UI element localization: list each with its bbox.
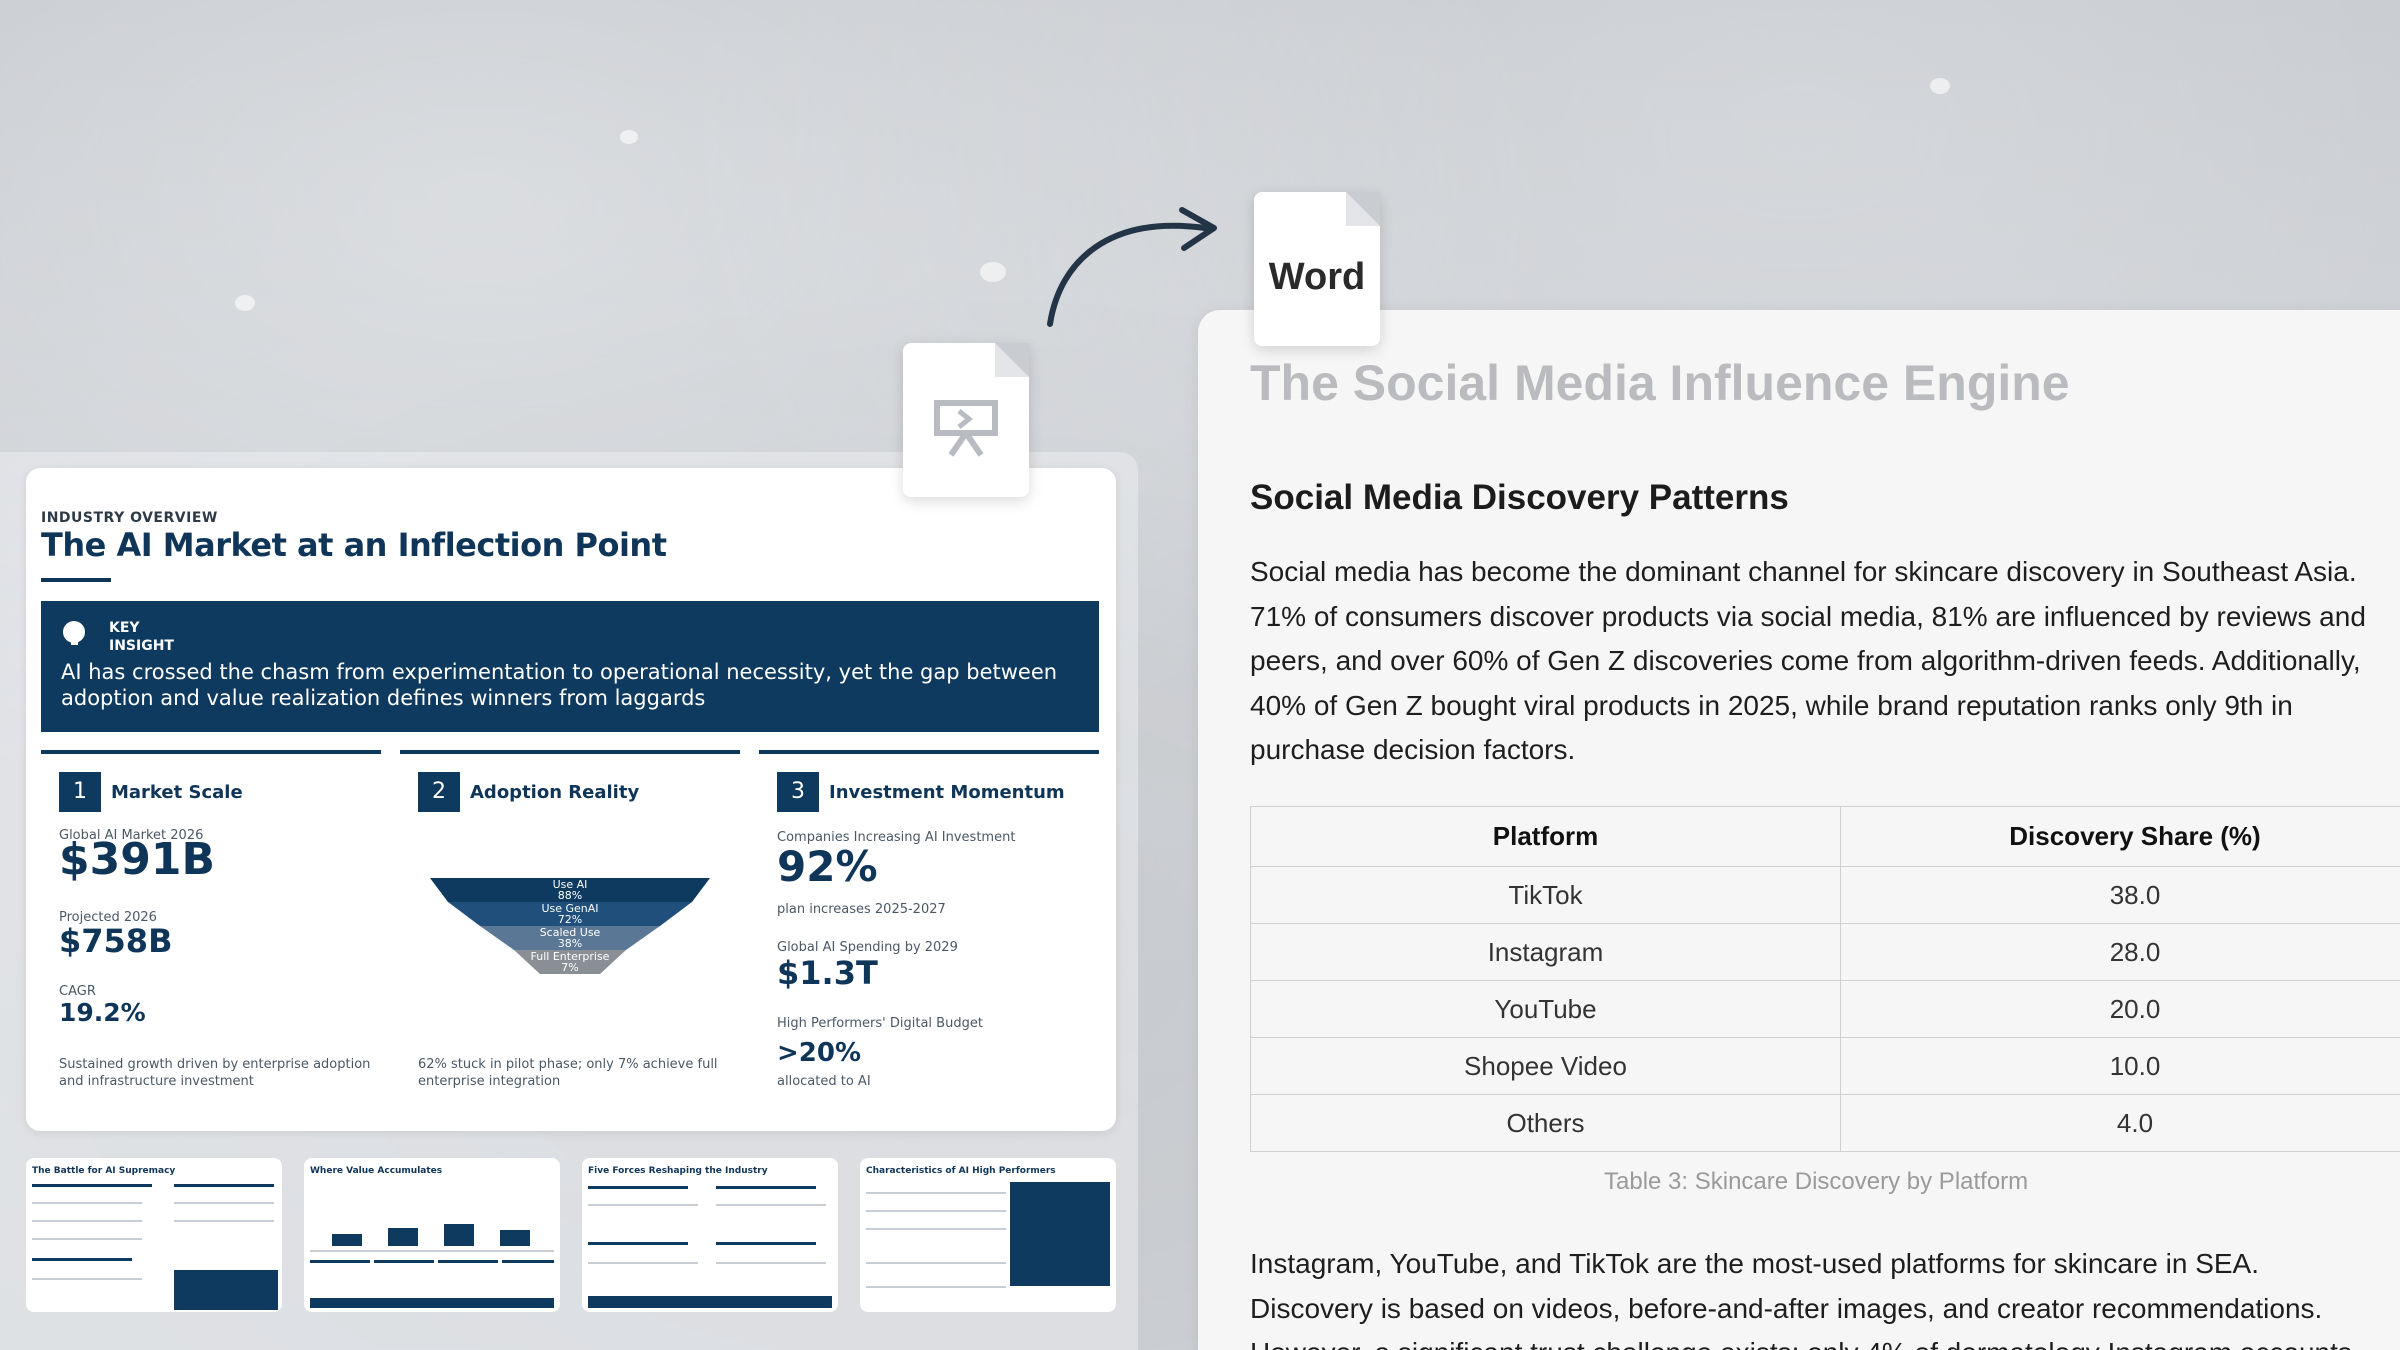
funnel-value: 72%	[558, 913, 582, 926]
table-cell: 28.0	[1840, 923, 2400, 981]
convert-arrow-icon	[1047, 207, 1217, 327]
funnel-value: 7%	[561, 961, 578, 974]
table-cell: Shopee Video	[1250, 1037, 1841, 1095]
metric-sublabel: plan increases 2025-2027	[777, 902, 946, 917]
metric-sublabel: allocated to AI	[777, 1074, 871, 1089]
table-cell: 4.0	[1840, 1094, 2400, 1152]
slide-title: The AI Market at an Inflection Point	[41, 526, 667, 564]
table-cell: Instagram	[1250, 923, 1841, 981]
metric-value: $391B	[59, 834, 215, 885]
column-number: 3	[777, 772, 819, 812]
table-row: YouTube 20.0	[1250, 980, 2400, 1038]
table-caption: Table 3: Skincare Discovery by Platform	[1604, 1168, 2029, 1195]
body-paragraph: Instagram, YouTube, and TikTok are the m…	[1250, 1248, 2352, 1350]
background-speck	[620, 130, 638, 144]
slide-thumbnail[interactable]: Five Forces Reshaping the Industry	[582, 1158, 838, 1312]
lightbulb-icon	[63, 621, 85, 645]
table-cell: 10.0	[1840, 1037, 2400, 1095]
word-icon-label: Word	[1268, 256, 1366, 298]
presentation-file-icon	[903, 343, 1029, 497]
insight-label: KEY INSIGHT	[109, 620, 174, 654]
table-row: TikTok 38.0	[1250, 866, 2400, 924]
thumbnail-title: Characteristics of AI High Performers	[866, 1166, 1056, 1176]
column-footnote: 62% stuck in pilot phase; only 7% achiev…	[418, 1057, 718, 1089]
metric-label: Global AI Spending by 2029	[777, 940, 958, 955]
column-heading: Investment Momentum	[829, 782, 1065, 803]
market-scale-column: 1 Market Scale Global AI Market 2026 $39…	[41, 750, 381, 1100]
column-heading: Market Scale	[111, 782, 243, 803]
adoption-reality-column: 2 Adoption Reality Use AI 88% Use GenAI …	[400, 750, 740, 1100]
table-row: Shopee Video 10.0	[1250, 1037, 2400, 1095]
investment-momentum-column: 3 Investment Momentum Companies Increasi…	[759, 750, 1099, 1100]
metric-label: CAGR	[59, 984, 96, 999]
section-heading: Social Media Discovery Patterns	[1250, 478, 1789, 517]
thumbnail-title: The Battle for AI Supremacy	[32, 1166, 176, 1176]
table-row: Instagram 28.0	[1250, 923, 2400, 981]
metric-value: $758B	[59, 922, 173, 960]
adoption-funnel-chart: Use AI 88% Use GenAI 72% Scaled Use 38% …	[430, 878, 710, 974]
column-heading: Adoption Reality	[470, 782, 640, 803]
slide-card[interactable]: INDUSTRY OVERVIEW The AI Market at an In…	[26, 468, 1116, 1131]
discovery-share-table: Platform Discovery Share (%) TikTok 38.0…	[1250, 806, 2400, 1152]
slide-thumbnail[interactable]: The Battle for AI Supremacy	[26, 1158, 282, 1312]
metric-value: 19.2%	[59, 998, 146, 1027]
slide-thumbnail[interactable]: Characteristics of AI High Performers	[860, 1158, 1116, 1312]
table-row: Others 4.0	[1250, 1094, 2400, 1152]
metric-value: 92%	[777, 842, 878, 891]
column-footnote: Sustained growth driven by enterprise ad…	[59, 1057, 371, 1089]
word-file-icon: Word	[1254, 192, 1380, 346]
funnel-value: 88%	[558, 889, 582, 902]
table-cell: Others	[1250, 1094, 1841, 1152]
background-speck	[235, 295, 255, 311]
key-insight-box: KEY INSIGHT AI has crossed the chasm fro…	[41, 601, 1099, 732]
document-title: The Social Media Influence Engine	[1250, 355, 2070, 411]
table-cell: YouTube	[1250, 980, 1841, 1038]
column-number: 2	[418, 772, 460, 812]
presentation-icon	[934, 400, 998, 457]
insight-text: AI has crossed the chasm from experiment…	[61, 660, 1058, 710]
column-header: Platform	[1250, 806, 1841, 867]
thumbnail-title: Five Forces Reshaping the Industry	[588, 1166, 768, 1176]
table-cell: TikTok	[1250, 866, 1841, 924]
word-document-preview[interactable]: The Social Media Influence Engine Social…	[1198, 310, 2400, 1350]
metric-value: >20%	[777, 1038, 862, 1068]
table-cell: 38.0	[1840, 866, 2400, 924]
slide-thumbnail[interactable]: Where Value Accumulates	[304, 1158, 560, 1312]
body-paragraph: Social media has become the dominant cha…	[1250, 556, 2366, 765]
slide-kicker: INDUSTRY OVERVIEW	[41, 510, 218, 526]
table-cell: 20.0	[1840, 980, 2400, 1038]
thumbnail-title: Where Value Accumulates	[310, 1166, 443, 1176]
column-header: Discovery Share (%)	[1840, 806, 2400, 867]
background-speck	[980, 262, 1006, 282]
table-header-row: Platform Discovery Share (%)	[1250, 806, 2400, 867]
metric-value: $1.3T	[777, 954, 878, 992]
funnel-value: 38%	[558, 937, 582, 950]
column-number: 1	[59, 772, 101, 812]
metric-label: High Performers' Digital Budget	[777, 1016, 983, 1031]
background-speck	[1930, 78, 1950, 94]
title-underline	[41, 578, 111, 582]
